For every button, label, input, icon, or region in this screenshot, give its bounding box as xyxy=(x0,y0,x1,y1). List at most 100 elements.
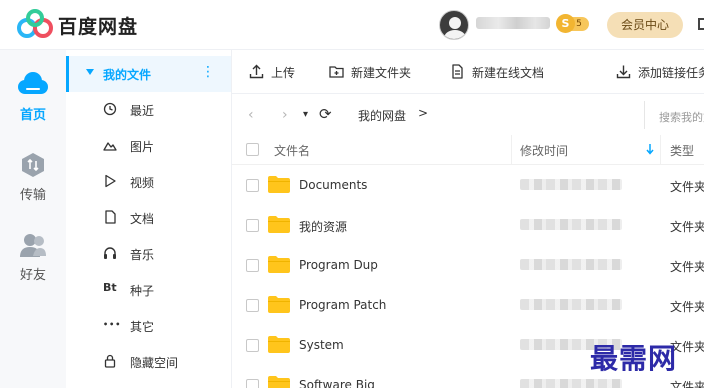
table-row[interactable]: Documents 文件夹 xyxy=(232,165,704,205)
rail-item-transfer[interactable]: 传输 xyxy=(0,152,66,203)
rail-item-home[interactable]: 首页 xyxy=(0,70,66,123)
site-watermark: 最需网 xyxy=(590,342,678,375)
modified-time-blurred xyxy=(520,379,622,388)
sidebar-item-recent[interactable]: 最近 xyxy=(66,92,231,128)
brand-name: 百度网盘 xyxy=(58,16,139,38)
image-icon xyxy=(103,142,117,151)
expand-arrow-icon[interactable] xyxy=(86,69,94,75)
select-all-checkbox[interactable] xyxy=(246,143,259,156)
headphones-icon xyxy=(104,247,116,259)
file-name[interactable]: Documents xyxy=(299,178,367,192)
sidebar-item-my-files[interactable]: 我的文件 ⋮ xyxy=(66,56,231,92)
file-name[interactable]: Program Patch xyxy=(299,298,386,312)
column-header-type[interactable]: 类型 xyxy=(670,142,694,159)
download-icon xyxy=(616,65,631,79)
back-arrow-icon[interactable]: ‹ xyxy=(248,107,254,123)
username-blurred[interactable] xyxy=(476,17,550,29)
top-bar: 百度网盘 5 S 会员中心 xyxy=(0,0,704,50)
file-type: 文件夹 xyxy=(670,380,704,388)
refresh-icon[interactable]: ⟳ xyxy=(319,105,332,123)
transfer-icon xyxy=(22,153,44,177)
rail-label-home: 首页 xyxy=(19,108,46,123)
sidebar-item-images[interactable]: 图片 xyxy=(66,128,231,164)
sidebar-item-music[interactable]: 音乐 xyxy=(66,236,231,272)
toolbar: 上传 新建文件夹 新建在线文档 添加链接任务 xyxy=(232,50,704,94)
table-row[interactable]: 我的资源 文件夹 xyxy=(232,205,704,245)
avatar[interactable] xyxy=(439,10,469,40)
sidebar-label-torrents: 种子 xyxy=(130,284,155,298)
file-type: 文件夹 xyxy=(670,180,704,194)
modified-time-blurred xyxy=(520,259,622,270)
file-type: 文件夹 xyxy=(670,260,704,274)
add-link-task-button[interactable]: 添加链接任务 xyxy=(616,63,704,81)
column-divider[interactable] xyxy=(511,135,512,165)
row-checkbox[interactable] xyxy=(246,379,259,388)
app-window: 百度网盘 5 S 会员中心 首页 传输 好友 我的文件 ⋮ 最近 图片 视频 文… xyxy=(0,0,704,388)
window-control-icon[interactable] xyxy=(698,18,704,30)
new-online-doc-button[interactable]: 新建在线文档 xyxy=(450,63,570,81)
sidebar-item-videos[interactable]: 视频 xyxy=(66,164,231,200)
sidebar-label-recent: 最近 xyxy=(130,104,155,118)
search-input[interactable]: 搜索我的文件 xyxy=(644,101,704,129)
vip-center-button[interactable]: 会员中心 xyxy=(607,12,683,38)
breadcrumb-current[interactable]: 我的网盘 xyxy=(358,107,406,124)
folder-icon xyxy=(268,376,290,388)
sidebar-label-hidden-space: 隐藏空间 xyxy=(130,356,179,370)
search-placeholder: 搜索我的文件 xyxy=(659,111,704,124)
sidebar-item-documents[interactable]: 文档 xyxy=(66,200,231,236)
file-name[interactable]: 我的资源 xyxy=(299,218,347,235)
add-link-task-label: 添加链接任务 xyxy=(638,66,704,80)
upload-button[interactable]: 上传 xyxy=(249,63,319,81)
document-icon xyxy=(105,210,116,224)
file-type: 文件夹 xyxy=(670,300,704,314)
video-icon xyxy=(105,174,116,188)
column-header-name[interactable]: 文件名 xyxy=(274,142,310,159)
category-sidebar: 我的文件 ⋮ 最近 图片 视频 文档 音乐 Bt 种子 ••• 其它 隐藏空间 xyxy=(66,50,232,388)
column-divider[interactable] xyxy=(660,135,661,165)
more-options-icon[interactable]: ⋮ xyxy=(201,64,215,80)
folder-icon xyxy=(268,296,290,313)
modified-time-blurred xyxy=(520,219,622,230)
table-header: 文件名 修改时间 类型 xyxy=(232,135,704,165)
upload-label: 上传 xyxy=(271,66,296,80)
folder-icon xyxy=(268,176,290,193)
sidebar-label-music: 音乐 xyxy=(130,248,155,262)
sort-descending-icon[interactable] xyxy=(646,143,654,155)
modified-time-blurred xyxy=(520,179,622,190)
more-dots-icon: ••• xyxy=(103,320,122,329)
sidebar-label-images: 图片 xyxy=(130,140,155,154)
row-checkbox[interactable] xyxy=(246,179,259,192)
sidebar-item-other[interactable]: ••• 其它 xyxy=(66,308,231,344)
file-name[interactable]: Program Dup xyxy=(299,258,378,272)
column-header-modified[interactable]: 修改时间 xyxy=(520,142,568,159)
breadcrumb: ‹ › ▾ ⟳ 我的网盘 > 搜索我的文件 xyxy=(232,95,704,135)
table-row[interactable]: Program Dup 文件夹 xyxy=(232,245,704,285)
baidu-netdisk-logo xyxy=(17,9,53,38)
file-name[interactable]: Software Big xyxy=(299,378,375,388)
sidebar-item-hidden-space[interactable]: 隐藏空间 xyxy=(66,344,231,380)
history-dropdown-icon[interactable]: ▾ xyxy=(303,109,308,120)
row-checkbox[interactable] xyxy=(246,259,259,272)
coin-badge[interactable]: 5 S xyxy=(556,14,592,34)
new-folder-icon xyxy=(329,66,344,78)
row-checkbox[interactable] xyxy=(246,219,259,232)
left-rail: 首页 传输 好友 xyxy=(0,50,66,388)
rail-item-friends[interactable]: 好友 xyxy=(0,232,66,283)
file-name[interactable]: System xyxy=(299,338,344,352)
row-checkbox[interactable] xyxy=(246,299,259,312)
new-folder-button[interactable]: 新建文件夹 xyxy=(329,63,429,81)
row-checkbox[interactable] xyxy=(246,339,259,352)
new-folder-label: 新建文件夹 xyxy=(351,66,412,80)
sidebar-item-torrents[interactable]: Bt 种子 xyxy=(66,272,231,308)
modified-time-blurred xyxy=(520,299,622,310)
sidebar-label-videos: 视频 xyxy=(130,176,155,190)
folder-icon xyxy=(268,256,290,273)
table-row[interactable]: Program Patch 文件夹 xyxy=(232,285,704,325)
forward-arrow-icon[interactable]: › xyxy=(282,107,288,123)
file-type: 文件夹 xyxy=(670,220,704,234)
avatar-head xyxy=(449,17,461,29)
bt-icon: Bt xyxy=(103,281,117,294)
clock-icon xyxy=(103,102,117,116)
folder-icon xyxy=(268,336,290,353)
my-files-label: 我的文件 xyxy=(103,68,152,82)
